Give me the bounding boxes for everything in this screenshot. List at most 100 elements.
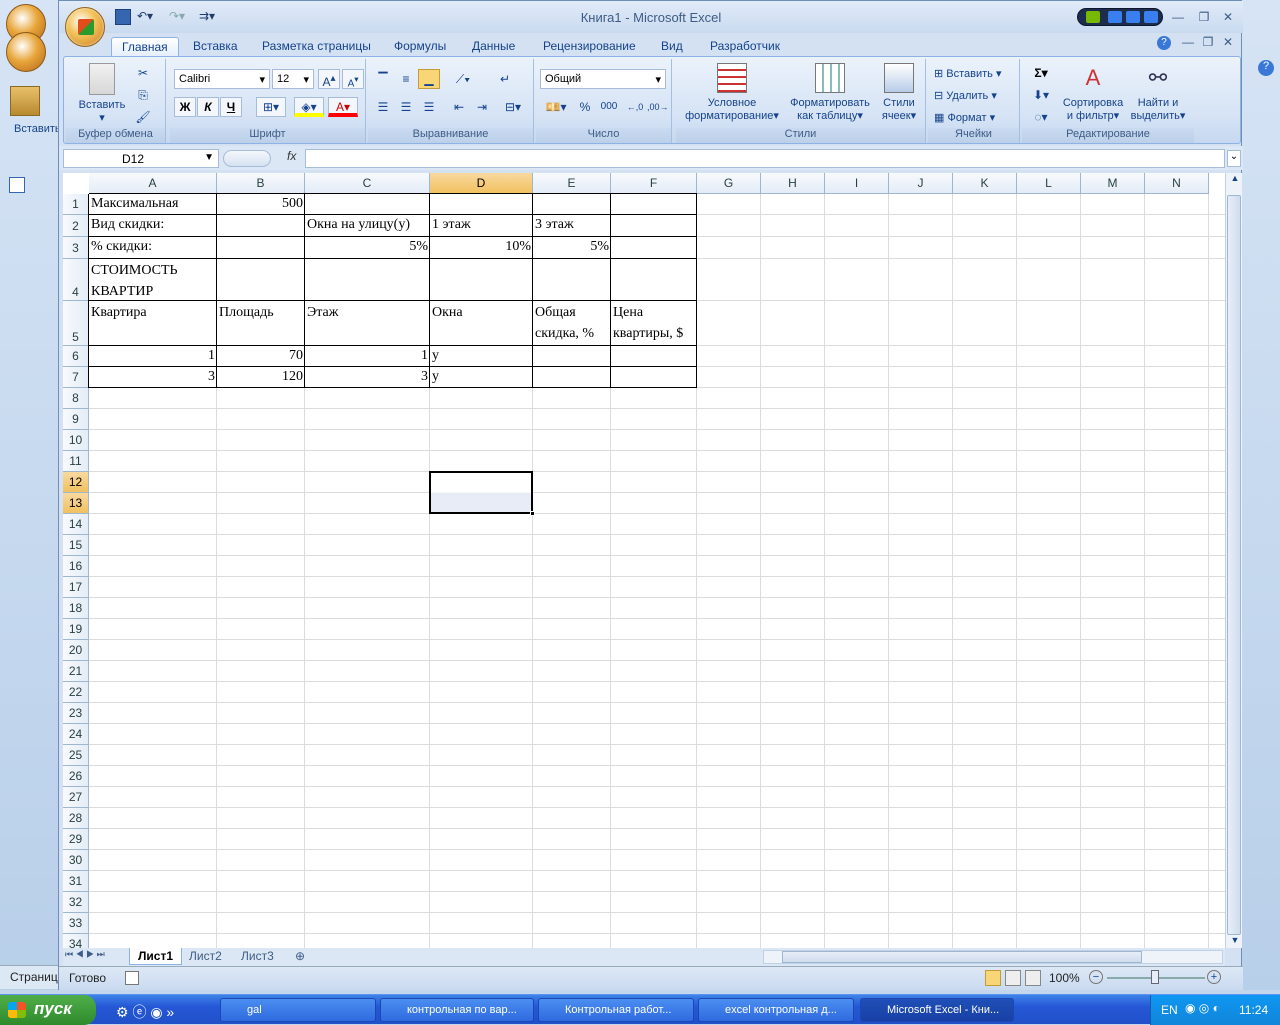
- row-header-22[interactable]: 22: [63, 682, 89, 703]
- column-header-L[interactable]: L: [1017, 173, 1081, 194]
- cell-E3[interactable]: 5%: [533, 237, 611, 259]
- cell-D2[interactable]: 1 этаж: [430, 215, 533, 237]
- cell-A6[interactable]: 1: [89, 346, 217, 367]
- row-header-26[interactable]: 26: [63, 766, 89, 787]
- column-header-J[interactable]: J: [889, 173, 953, 194]
- cell-A4[interactable]: СТОИМОСТЬ КВАРТИР: [89, 259, 217, 301]
- maximize-icon[interactable]: ❐: [1193, 10, 1215, 26]
- row-header-20[interactable]: 20: [63, 640, 89, 661]
- sheet-tab-2[interactable]: Лист2: [181, 948, 230, 965]
- shrink-font-icon[interactable]: A▾: [342, 69, 364, 89]
- currency-icon[interactable]: 💴▾: [540, 97, 572, 117]
- row-header-24[interactable]: 24: [63, 724, 89, 745]
- column-header-C[interactable]: C: [305, 173, 430, 194]
- cell-D7[interactable]: у: [430, 367, 533, 388]
- column-header-E[interactable]: E: [533, 173, 611, 194]
- row-header-21[interactable]: 21: [63, 661, 89, 682]
- row-header-10[interactable]: 10: [63, 430, 89, 451]
- align-middle-icon[interactable]: ≡: [395, 69, 417, 89]
- align-left-icon[interactable]: ☰: [372, 97, 394, 117]
- sheet-nav-icons[interactable]: ⏮ ◀ ▶ ⏭: [65, 949, 125, 960]
- row-header-12[interactable]: 12: [63, 472, 89, 493]
- selected-range[interactable]: [429, 471, 533, 514]
- orientation-icon[interactable]: ⟋▾: [448, 69, 478, 89]
- column-header-B[interactable]: B: [217, 173, 305, 194]
- clear-icon[interactable]: ◌▾: [1026, 107, 1056, 127]
- row-header-17[interactable]: 17: [63, 577, 89, 598]
- cell-B1[interactable]: 500: [217, 194, 305, 215]
- zoom-out-icon[interactable]: −: [1089, 970, 1103, 984]
- close-icon[interactable]: ✕: [1217, 10, 1239, 26]
- row-header-11[interactable]: 11: [63, 451, 89, 472]
- row-header-15[interactable]: 15: [63, 535, 89, 556]
- row-header-18[interactable]: 18: [63, 598, 89, 619]
- cell-D3[interactable]: 10%: [430, 237, 533, 259]
- row-header-2[interactable]: 2: [63, 215, 89, 237]
- workbook-restore-icon[interactable]: ❐: [1197, 35, 1219, 51]
- column-header-D[interactable]: D: [430, 173, 533, 194]
- column-header-H[interactable]: H: [761, 173, 825, 194]
- align-right-icon[interactable]: ☰: [418, 97, 440, 117]
- sheet-tab-1[interactable]: Лист1: [129, 948, 183, 965]
- layout-icon[interactable]: [9, 177, 25, 193]
- workbook-minimize-icon[interactable]: —: [1177, 35, 1199, 51]
- sheet-tab-3[interactable]: Лист3: [233, 948, 282, 965]
- row-header-28[interactable]: 28: [63, 808, 89, 829]
- row-header-14[interactable]: 14: [63, 514, 89, 535]
- row-header-1[interactable]: 1: [63, 194, 89, 215]
- row-header-25[interactable]: 25: [63, 745, 89, 766]
- window-icon[interactable]: [1108, 11, 1122, 23]
- cell-B5[interactable]: Площадь: [217, 301, 305, 346]
- minimize-icon[interactable]: —: [1167, 10, 1189, 26]
- font-name-combo[interactable]: Calibri ▾: [174, 69, 270, 89]
- scroll-up-icon[interactable]: ▲: [1228, 173, 1242, 185]
- autosum-button[interactable]: Σ▾: [1026, 63, 1056, 83]
- workbook-close-icon[interactable]: ✕: [1217, 35, 1239, 51]
- insert-cells-button[interactable]: ⊞ Вставить ▾: [934, 67, 1002, 80]
- row-header-34[interactable]: 34: [63, 934, 89, 948]
- cell-C2[interactable]: Окна на улицу(у): [305, 215, 432, 237]
- column-header-A[interactable]: A: [89, 173, 217, 194]
- scroll-thumb[interactable]: [1227, 195, 1241, 935]
- tab-home[interactable]: Главная: [111, 37, 179, 57]
- copy-icon[interactable]: ⎘: [132, 85, 154, 105]
- cell-F5[interactable]: Цена квартиры, $: [611, 301, 697, 346]
- merge-cells-icon[interactable]: ⊟▾: [498, 97, 528, 117]
- format-as-table-button[interactable]: Форматировать как таблицу▾: [784, 63, 876, 123]
- normal-view-icon[interactable]: [985, 970, 1001, 986]
- number-format-combo[interactable]: Общий ▾: [540, 69, 666, 89]
- cell-styles-button[interactable]: Стили ячеек▾: [876, 63, 922, 123]
- cell-A5[interactable]: Квартира: [89, 301, 217, 346]
- decrease-indent-icon[interactable]: ⇤: [448, 97, 470, 117]
- underline-button[interactable]: Ч: [220, 97, 242, 117]
- column-header-M[interactable]: M: [1081, 173, 1145, 194]
- row-header-33[interactable]: 33: [63, 913, 89, 934]
- row-header-4[interactable]: 4: [63, 259, 89, 301]
- taskbar-item-ie[interactable]: excel контрольная д...: [698, 998, 854, 1022]
- cut-icon[interactable]: ✂: [132, 63, 154, 83]
- cell-D6[interactable]: у: [430, 346, 533, 367]
- format-cells-button[interactable]: ▦ Формат ▾: [934, 111, 995, 124]
- cell-C3[interactable]: 5%: [305, 237, 430, 259]
- sort-filter-button[interactable]: A Сортировка и фильтр▾: [1060, 63, 1126, 123]
- borders-icon[interactable]: ⊞▾: [256, 97, 286, 117]
- window-icon-3[interactable]: [1144, 11, 1158, 23]
- column-header-N[interactable]: N: [1145, 173, 1209, 194]
- taskbar-item-gal[interactable]: gal: [220, 998, 376, 1022]
- row-header-32[interactable]: 32: [63, 892, 89, 913]
- italic-button[interactable]: К: [197, 97, 219, 117]
- tray-icons[interactable]: ◉ ◎ ◐: [1185, 1001, 1220, 1015]
- formula-input[interactable]: [305, 149, 1225, 168]
- hscroll-thumb[interactable]: [782, 951, 1142, 963]
- help-icon[interactable]: ?: [1258, 60, 1274, 76]
- align-top-icon[interactable]: ▔: [372, 69, 394, 89]
- row-header-30[interactable]: 30: [63, 850, 89, 871]
- row-header-29[interactable]: 29: [63, 829, 89, 850]
- cell-A7[interactable]: 3: [89, 367, 217, 388]
- cell-C6[interactable]: 1: [305, 346, 430, 367]
- row-header-5[interactable]: 5: [63, 301, 89, 346]
- tab-review[interactable]: Рецензирование: [533, 37, 646, 57]
- row-header-27[interactable]: 27: [63, 787, 89, 808]
- row-header-9[interactable]: 9: [63, 409, 89, 430]
- language-indicator[interactable]: EN: [1161, 1003, 1178, 1017]
